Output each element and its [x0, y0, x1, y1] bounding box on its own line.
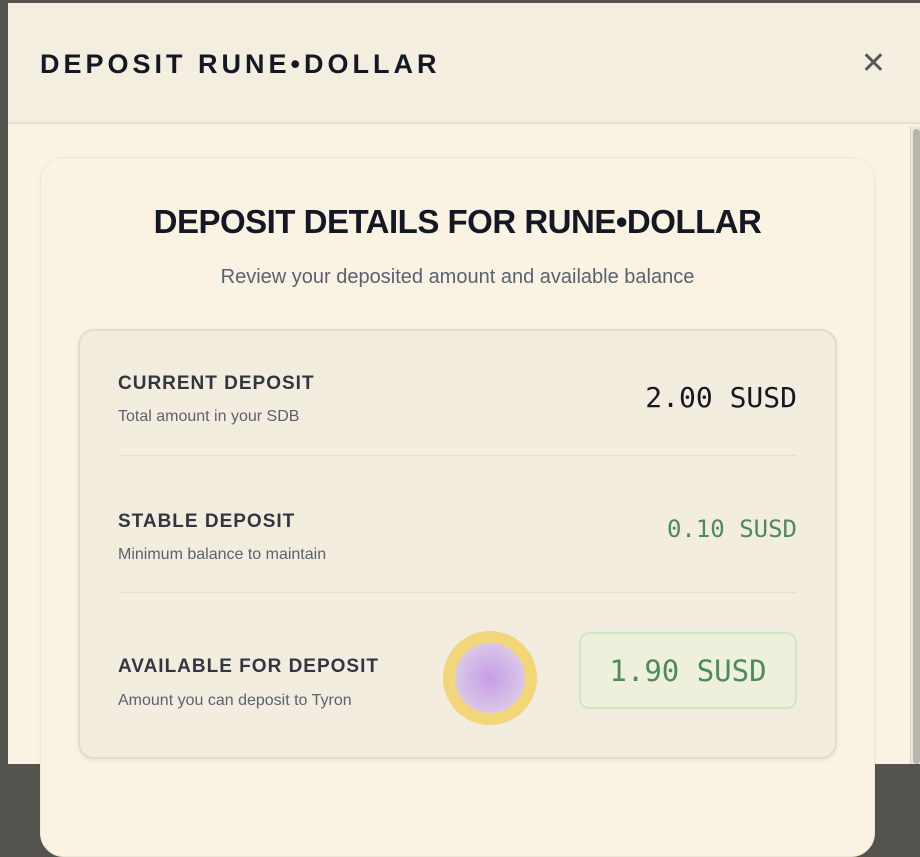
current-deposit-value: 2.00 SUSD: [645, 381, 797, 414]
card-title: DEPOSIT DETAILS FOR RUNE•DOLLAR: [153, 203, 762, 240]
cursor-highlight-icon: [443, 631, 537, 725]
row-label: STABLE DEPOSIT: [118, 511, 296, 532]
row-label: CURRENT DEPOSIT: [118, 373, 315, 394]
card-subtitle: Review your deposited amount and availab…: [220, 266, 695, 288]
divider: [118, 592, 797, 593]
deposit-details-card: DEPOSIT DETAILS FOR RUNE•DOLLAR Review y…: [40, 157, 875, 857]
scrollbar-thumb[interactable]: [913, 129, 920, 764]
row-label: AVAILABLE FOR DEPOSIT: [118, 656, 379, 677]
scrollbar[interactable]: [910, 127, 920, 764]
stable-deposit-row: STABLE DEPOSIT Minimum balance to mainta…: [118, 511, 797, 631]
row-desc: Minimum balance to maintain: [118, 546, 327, 563]
row-desc: Amount you can deposit to Tyron: [118, 692, 352, 709]
divider: [118, 455, 797, 456]
modal-title: DEPOSIT RUNE•DOLLAR: [40, 49, 441, 79]
stable-deposit-value: 0.10 SUSD: [666, 515, 797, 543]
modal-header: DEPOSIT RUNE•DOLLAR ✕: [8, 3, 920, 124]
current-deposit-row: CURRENT DEPOSIT Total amount in your SDB…: [118, 373, 797, 493]
close-icon[interactable]: ✕: [861, 49, 886, 79]
row-desc: Total amount in your SDB: [118, 408, 300, 425]
available-deposit-value: 1.90 SUSD: [579, 632, 797, 709]
